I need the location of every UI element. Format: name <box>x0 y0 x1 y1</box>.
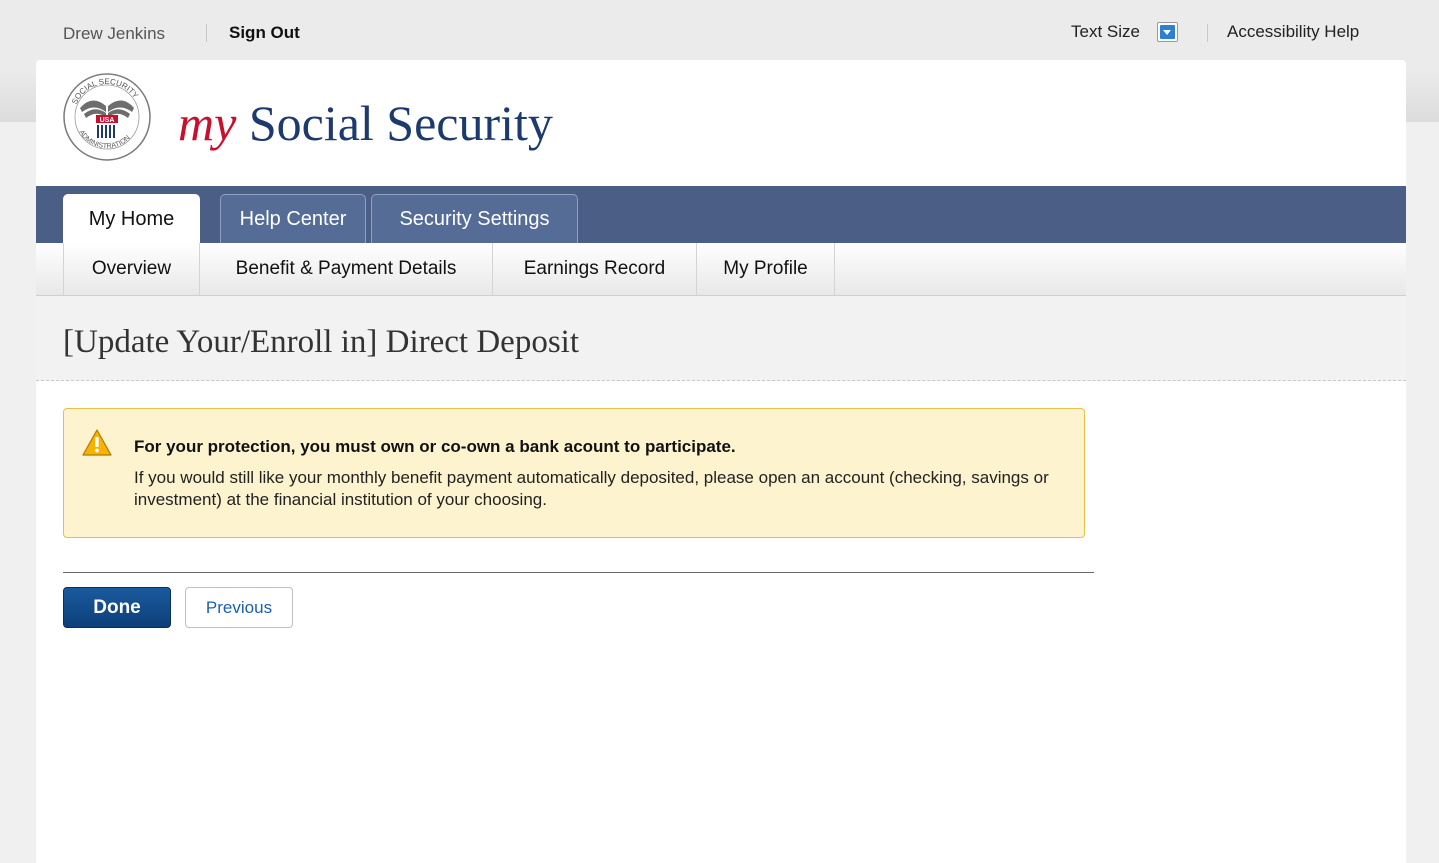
brand-title: my Social Security <box>178 94 553 152</box>
section-divider <box>63 572 1094 573</box>
warning-alert: For your protection, you must own or co-… <box>63 408 1085 538</box>
subnav-benefit-payment-details[interactable]: Benefit & Payment Details <box>200 243 493 295</box>
subnav-my-profile[interactable]: My Profile <box>697 243 835 295</box>
dropdown-arrow-icon <box>1160 25 1175 39</box>
brand-my: my <box>178 95 237 151</box>
done-button[interactable]: Done <box>63 587 171 628</box>
tab-my-home[interactable]: My Home <box>63 194 200 243</box>
brand-social-security: Social Security <box>236 95 553 151</box>
accessibility-help-link[interactable]: Accessibility Help <box>1227 22 1359 42</box>
utility-divider <box>1207 24 1208 42</box>
utility-divider <box>206 24 207 42</box>
sign-out-link[interactable]: Sign Out <box>229 23 300 43</box>
previous-button[interactable]: Previous <box>185 587 293 628</box>
user-name: Drew Jenkins <box>63 24 166 43</box>
page-title: [Update Your/Enroll in] Direct Deposit <box>63 324 579 360</box>
svg-text:USA: USA <box>100 117 115 124</box>
utility-bar: Drew Jenkins Sign Out Text Size Accessib… <box>0 0 1439 60</box>
tab-security-settings[interactable]: Security Settings <box>371 194 578 243</box>
tab-help-center[interactable]: Help Center <box>220 194 366 243</box>
main-tab-bar: My Home Help Center Security Settings <box>36 186 1406 243</box>
alert-body: If you would still like your monthly ben… <box>134 468 1049 509</box>
main-card: USA SOCIAL SECURITY ADMINISTRATION my So… <box>36 60 1406 863</box>
text-size-label: Text Size <box>1071 22 1140 41</box>
title-band: [Update Your/Enroll in] Direct Deposit <box>36 296 1406 381</box>
alert-heading: For your protection, you must own or co-… <box>134 437 736 456</box>
ssa-seal-logo[interactable]: USA SOCIAL SECURITY ADMINISTRATION <box>62 72 152 162</box>
sub-navigation: Overview Benefit & Payment Details Earni… <box>36 243 1406 296</box>
warning-icon <box>82 429 112 456</box>
text-size-dropdown-button[interactable] <box>1157 22 1178 42</box>
subnav-earnings-record[interactable]: Earnings Record <box>493 243 697 295</box>
subnav-overview[interactable]: Overview <box>63 243 200 295</box>
